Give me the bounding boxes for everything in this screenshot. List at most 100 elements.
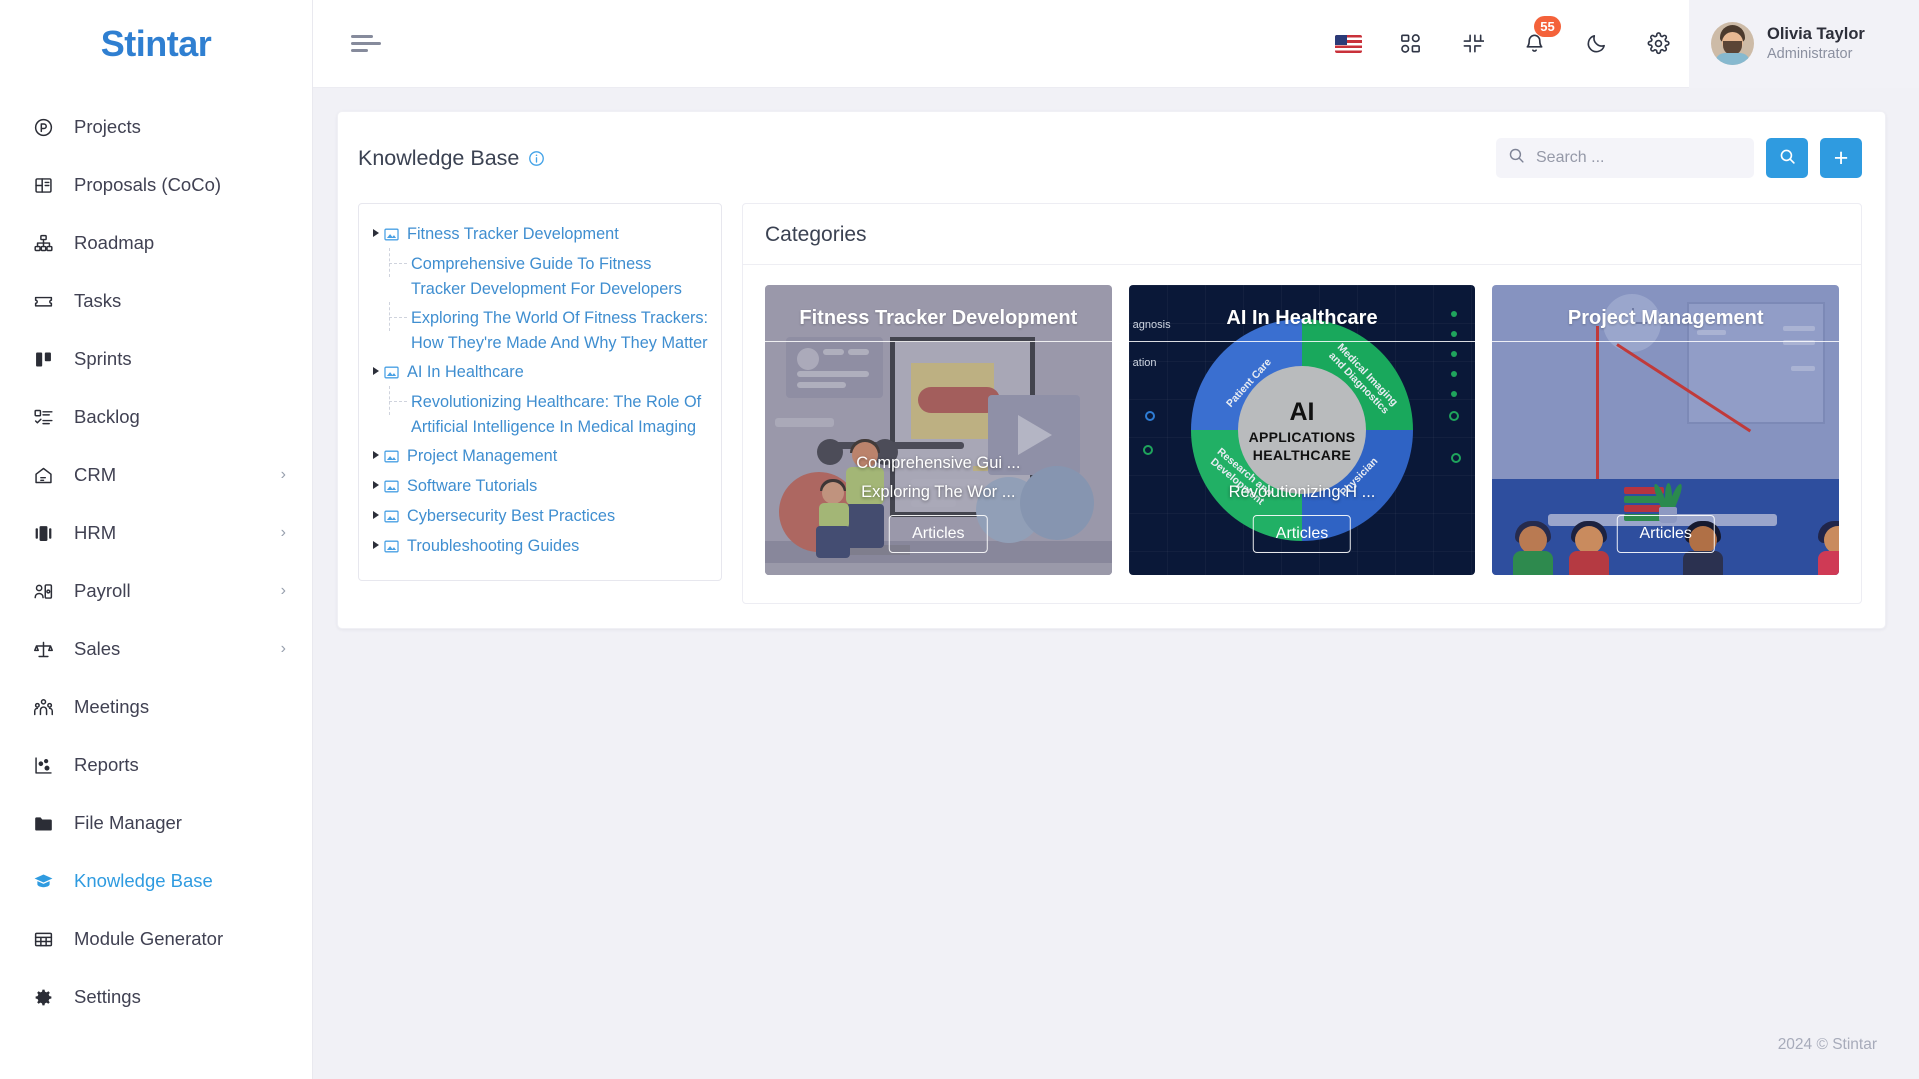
sidebar-item-label: Module Generator bbox=[74, 928, 224, 949]
hamburger-line bbox=[351, 49, 368, 52]
sidebar-item-label: CRM bbox=[74, 464, 117, 485]
search-submit-button[interactable] bbox=[1766, 138, 1808, 178]
sidebar-item-label: Meetings bbox=[74, 696, 150, 717]
image-node-icon bbox=[383, 504, 405, 530]
category-card-project-management[interactable]: Project Management Articles bbox=[1492, 285, 1840, 575]
sidebar-item-crm[interactable]: CRM › bbox=[0, 446, 312, 504]
sidebar-item-sprints[interactable]: Sprints bbox=[0, 330, 312, 388]
search-input[interactable] bbox=[1536, 149, 1742, 167]
sidebar-item-knowledge-base[interactable]: Knowledge Base bbox=[0, 852, 312, 910]
tree-child-label[interactable]: Exploring The World Of Fitness Trackers:… bbox=[409, 306, 709, 356]
caret-right-icon[interactable] bbox=[369, 360, 383, 375]
brand-logo[interactable]: Stintar bbox=[0, 0, 312, 88]
avatar-shirt bbox=[1715, 53, 1750, 65]
tree-node[interactable]: Troubleshooting Guides bbox=[369, 532, 709, 562]
card-title: AI In Healthcare bbox=[1226, 307, 1378, 329]
content-area: Knowledge Base Search ... + Fitness Trac… bbox=[313, 88, 1919, 1011]
sidebar-item-file-manager[interactable]: File Manager bbox=[0, 794, 312, 852]
sidebar-item-label: File Manager bbox=[74, 812, 182, 833]
sidebar-item-label: Knowledge Base bbox=[74, 870, 213, 891]
plus-icon: + bbox=[1833, 143, 1849, 172]
sidebar-item-sales[interactable]: Sales › bbox=[0, 620, 312, 678]
info-circle-icon[interactable] bbox=[528, 150, 545, 167]
tree-node-label[interactable]: Cybersecurity Best Practices bbox=[405, 504, 615, 529]
category-card-fitness[interactable]: Fitness Tracker Development Comprehensiv… bbox=[765, 285, 1112, 575]
moon-icon[interactable] bbox=[1565, 0, 1627, 88]
notification-bell-icon[interactable]: 55 bbox=[1503, 0, 1565, 88]
categories-panel: Categories Fitness Tracker Development C… bbox=[742, 203, 1862, 604]
add-article-button[interactable]: + bbox=[1820, 138, 1862, 178]
sidebar-item-tasks[interactable]: Tasks bbox=[0, 272, 312, 330]
sidebar-item-label: Projects bbox=[74, 116, 141, 137]
topbar-icons: 55 Olivia Taylor Administrator bbox=[1317, 0, 1919, 88]
hamburger-icon[interactable] bbox=[351, 31, 385, 56]
proposals-icon bbox=[30, 173, 56, 197]
caret-right-icon[interactable] bbox=[369, 444, 383, 459]
tree-node[interactable]: Software Tutorials bbox=[369, 472, 709, 502]
sidebar-item-reports[interactable]: Reports bbox=[0, 736, 312, 794]
card-rule bbox=[1492, 341, 1840, 342]
copyright-text: 2024 © Stintar bbox=[1777, 1036, 1877, 1053]
search-box[interactable] bbox=[1496, 138, 1754, 178]
chevron-right-icon: › bbox=[280, 524, 286, 541]
tree-node[interactable]: AI In Healthcare bbox=[369, 358, 709, 388]
tree-child-label[interactable]: Comprehensive Guide To Fitness Tracker D… bbox=[409, 252, 709, 302]
app-root: Stintar Projects Proposals (CoCo) Roadma… bbox=[0, 0, 1919, 1079]
card-article-item[interactable]: Revolutionizing H ... bbox=[1129, 478, 1476, 507]
articles-button[interactable]: Articles bbox=[1616, 515, 1715, 553]
tree-child-node[interactable]: Revolutionizing Healthcare: The Role Of … bbox=[369, 385, 709, 442]
caret-right-icon[interactable] bbox=[369, 534, 383, 549]
image-node-icon bbox=[383, 534, 405, 560]
sidebar-item-meetings[interactable]: Meetings bbox=[0, 678, 312, 736]
tree-node-label[interactable]: AI In Healthcare bbox=[405, 360, 524, 385]
tree-node-label[interactable]: Project Management bbox=[405, 444, 557, 469]
tree-node-label[interactable]: Troubleshooting Guides bbox=[405, 534, 579, 559]
caret-right-icon[interactable] bbox=[369, 504, 383, 519]
sidebar-item-payroll[interactable]: Payroll › bbox=[0, 562, 312, 620]
notification-badge: 55 bbox=[1534, 15, 1561, 37]
user-profile-menu[interactable]: Olivia Taylor Administrator bbox=[1689, 0, 1919, 88]
sidebar-item-settings[interactable]: Settings bbox=[0, 968, 312, 1026]
folder-icon bbox=[30, 811, 56, 835]
card-article-item[interactable]: Exploring The Wor ... bbox=[765, 478, 1112, 507]
apps-grid-icon[interactable] bbox=[1379, 0, 1441, 88]
topbar: 55 Olivia Taylor Administrator bbox=[313, 0, 1919, 88]
card-title: Project Management bbox=[1567, 307, 1764, 329]
tree-node-label[interactable]: Fitness Tracker Development bbox=[405, 222, 619, 247]
image-node-icon bbox=[383, 360, 405, 386]
ai-donut-diagram: Patient Care Medical Imaging and Diagnos… bbox=[1191, 319, 1413, 541]
tree-node[interactable]: Cybersecurity Best Practices bbox=[369, 502, 709, 532]
tree-child-label[interactable]: Revolutionizing Healthcare: The Role Of … bbox=[409, 390, 709, 440]
card-title: Fitness Tracker Development bbox=[799, 307, 1078, 329]
sidebar-item-label: Tasks bbox=[74, 290, 122, 311]
flag-us-icon[interactable] bbox=[1317, 0, 1379, 88]
caret-right-icon[interactable] bbox=[369, 474, 383, 489]
tree-node[interactable]: Project Management bbox=[369, 442, 709, 472]
crm-icon bbox=[30, 463, 56, 487]
sidebar-item-module-generator[interactable]: Module Generator bbox=[0, 910, 312, 968]
card-article-item[interactable]: Comprehensive Gui ... bbox=[765, 449, 1112, 478]
gear-icon[interactable] bbox=[1627, 0, 1689, 88]
articles-button[interactable]: Articles bbox=[889, 515, 988, 553]
hrm-icon bbox=[30, 521, 56, 545]
diagram-center-line: HEALTHCARE bbox=[1252, 446, 1352, 463]
image-node-icon bbox=[383, 444, 405, 470]
page-title: Knowledge Base bbox=[358, 145, 520, 170]
tree-child-node[interactable]: Exploring The World Of Fitness Trackers:… bbox=[369, 301, 709, 358]
sidebar-item-label: Settings bbox=[74, 986, 141, 1007]
sidebar-item-projects[interactable]: Projects bbox=[0, 98, 312, 156]
tree-node[interactable]: Fitness Tracker Development bbox=[369, 220, 709, 250]
sidebar-item-backlog[interactable]: Backlog bbox=[0, 388, 312, 446]
tree-node-label[interactable]: Software Tutorials bbox=[405, 474, 537, 499]
caret-right-icon[interactable] bbox=[369, 222, 383, 237]
sidebar-item-hrm[interactable]: HRM › bbox=[0, 504, 312, 562]
user-name: Olivia Taylor bbox=[1767, 24, 1865, 43]
collapse-fullscreen-icon[interactable] bbox=[1441, 0, 1503, 88]
diagram-side-label: ation bbox=[1132, 357, 1157, 369]
sidebar-item-proposals[interactable]: Proposals (CoCo) bbox=[0, 156, 312, 214]
projects-icon bbox=[30, 115, 56, 139]
category-card-ai-healthcare[interactable]: agnosis ation Patient Care Medical Imagi… bbox=[1128, 285, 1476, 575]
articles-button[interactable]: Articles bbox=[1252, 515, 1352, 553]
sidebar-item-roadmap[interactable]: Roadmap bbox=[0, 214, 312, 272]
tree-child-node[interactable]: Comprehensive Guide To Fitness Tracker D… bbox=[369, 248, 709, 304]
